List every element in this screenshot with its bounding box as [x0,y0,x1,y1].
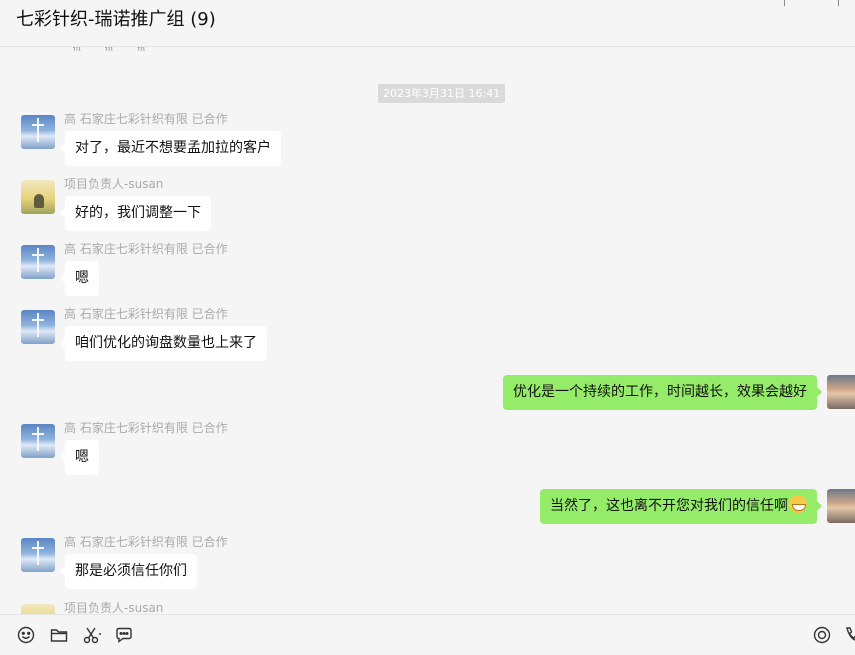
sunset-avatar[interactable] [827,375,855,409]
sender-name: 高 石家庄七彩针织有限 已合作 [64,535,228,549]
message-bubble[interactable]: 嗯 [60,261,99,296]
chat-title: 七彩针织-瑞诺推广组 (9) [16,9,216,30]
grin-emoji-icon [789,495,807,513]
sunset-avatar[interactable] [827,489,855,523]
message-bubble[interactable]: 优化是一个持续的工作，时间越长，效果会越好 [503,375,822,410]
window-control-divider [838,0,839,6]
message-list[interactable]: ଳ ଳ ଳ 2023年3月31日 16:41 高 石家庄七彩针织有限 已合作 对… [0,47,855,614]
emoji-icon[interactable] [16,625,36,645]
folder-icon[interactable] [49,625,69,645]
emoji-glyph: ଳ [72,47,83,55]
chat-window: 七彩针织-瑞诺推广组 (9) ଳ ଳ ଳ 2023年3月31日 16:41 高 … [0,0,855,655]
sender-name: 高 石家庄七彩针织有限 已合作 [64,242,228,256]
sender-name: 项目负责人-susan [64,601,164,614]
sky-cross-avatar[interactable] [21,538,55,572]
chat-header: 七彩针织-瑞诺推广组 (9) [0,0,855,47]
chat-bubble-icon[interactable] [114,625,134,645]
message-text: 当然了，这也离不开您对我们的信任啊 [550,498,788,514]
field-avatar[interactable] [21,604,55,614]
sky-cross-avatar[interactable] [21,115,55,149]
window-control-divider [784,0,785,6]
emoji-glyph: ଳ [136,47,147,55]
sky-cross-avatar[interactable] [21,245,55,279]
message-bubble[interactable]: 嗯 [60,440,99,475]
sender-name: 高 石家庄七彩针织有限 已合作 [64,112,228,126]
sender-name: 高 石家庄七彩针织有限 已合作 [64,307,228,321]
phone-icon[interactable] [843,625,855,645]
previous-emoji-row: ଳ ଳ ଳ [72,47,146,55]
message-bubble[interactable]: 咱们优化的询盘数量也上来了 [60,326,267,361]
emoji-glyph: ଳ [104,47,115,55]
sky-cross-avatar[interactable] [21,424,55,458]
input-toolbar [0,614,855,655]
message-bubble[interactable]: 好的，我们调整一下 [60,196,211,231]
field-avatar[interactable] [21,180,55,214]
sender-name: 项目负责人-susan [64,177,164,191]
sender-name: 高 石家庄七彩针织有限 已合作 [64,421,228,435]
live-icon[interactable] [812,625,832,645]
sky-cross-avatar[interactable] [21,310,55,344]
message-bubble[interactable]: 当然了，这也离不开您对我们的信任啊 [540,489,822,524]
scissors-icon[interactable] [82,625,102,645]
message-bubble[interactable]: 那是必须信任你们 [60,554,197,589]
message-bubble[interactable]: 对了，最近不想要孟加拉的客户 [60,131,281,166]
timestamp: 2023年3月31日 16:41 [378,84,506,103]
